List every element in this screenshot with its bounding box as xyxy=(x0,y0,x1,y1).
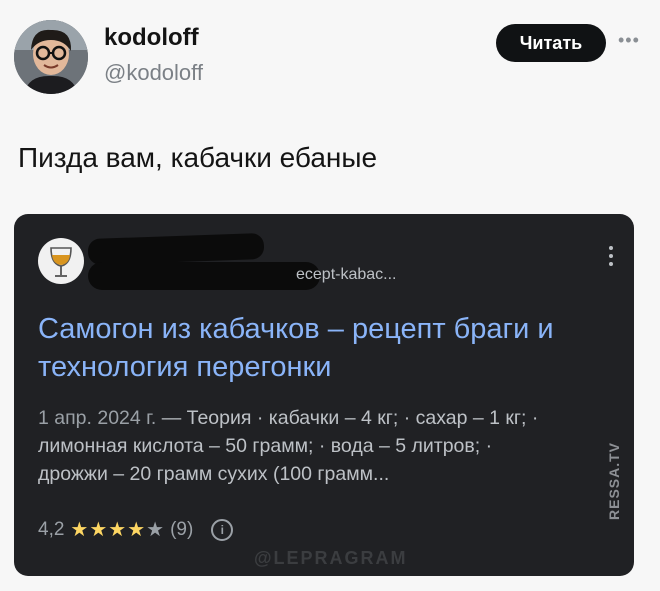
snippet-line: лимонная кислота – 50 грамм; · вода – 5 … xyxy=(38,435,493,457)
star-filled-icon: ★ xyxy=(70,519,89,541)
result-url[interactable]: ecept-kabac... xyxy=(296,266,397,284)
rating-row: 4,2 ★ ★ ★ ★ ★ (9) i xyxy=(38,516,234,544)
info-icon[interactable]: i xyxy=(211,519,234,541)
search-result-screenshot: ecept-kabac... Самогон из кабачков – рец… xyxy=(14,214,634,576)
result-title-line[interactable]: технология перегонки xyxy=(38,348,618,386)
star-filled-icon: ★ xyxy=(127,519,146,541)
avatar[interactable] xyxy=(14,20,88,94)
star-filled-icon: ★ xyxy=(89,519,108,541)
wine-glass-icon xyxy=(38,238,84,284)
tweet-text: Пизда вам, кабачки ебаные xyxy=(18,142,378,173)
read-button[interactable]: Читать xyxy=(496,24,606,62)
author-name[interactable]: kodoloff xyxy=(104,24,199,52)
result-title-line[interactable]: Самогон из кабачков – рецепт браги и xyxy=(38,310,618,348)
side-watermark: RESSA.TV xyxy=(606,441,622,520)
author-handle[interactable]: @kodoloff xyxy=(104,60,203,86)
snippet-line: 1 апр. 2024 г. — Теория · кабачки – 4 кг… xyxy=(38,404,616,432)
tweet-header: kodoloff @kodoloff Читать ••• xyxy=(0,0,660,110)
result-snippet: 1 апр. 2024 г. — Теория · кабачки – 4 кг… xyxy=(38,404,616,488)
result-date: 1 апр. 2024 г. xyxy=(38,407,157,429)
redaction-bar xyxy=(87,232,265,266)
star-empty-icon: ★ xyxy=(146,519,165,541)
watermark: @LEPRAGRAM xyxy=(254,548,408,568)
rating-value: 4,2 xyxy=(38,519,65,540)
kebab-menu-icon[interactable] xyxy=(604,242,618,270)
more-horizontal-icon[interactable]: ••• xyxy=(618,30,648,54)
rating-stars: ★ ★ ★ ★ ★ xyxy=(70,520,164,540)
star-filled-icon: ★ xyxy=(108,519,127,541)
snippet-text: — Теория · кабачки – 4 кг; · сахар – 1 к… xyxy=(156,407,539,429)
redaction-bar xyxy=(88,262,320,290)
rating-count: (9) xyxy=(170,519,194,540)
result-title[interactable]: Самогон из кабачков – рецепт браги и тех… xyxy=(38,310,618,386)
snippet-line: дрожжи – 20 грамм сухих (100 грамм... xyxy=(38,463,390,485)
